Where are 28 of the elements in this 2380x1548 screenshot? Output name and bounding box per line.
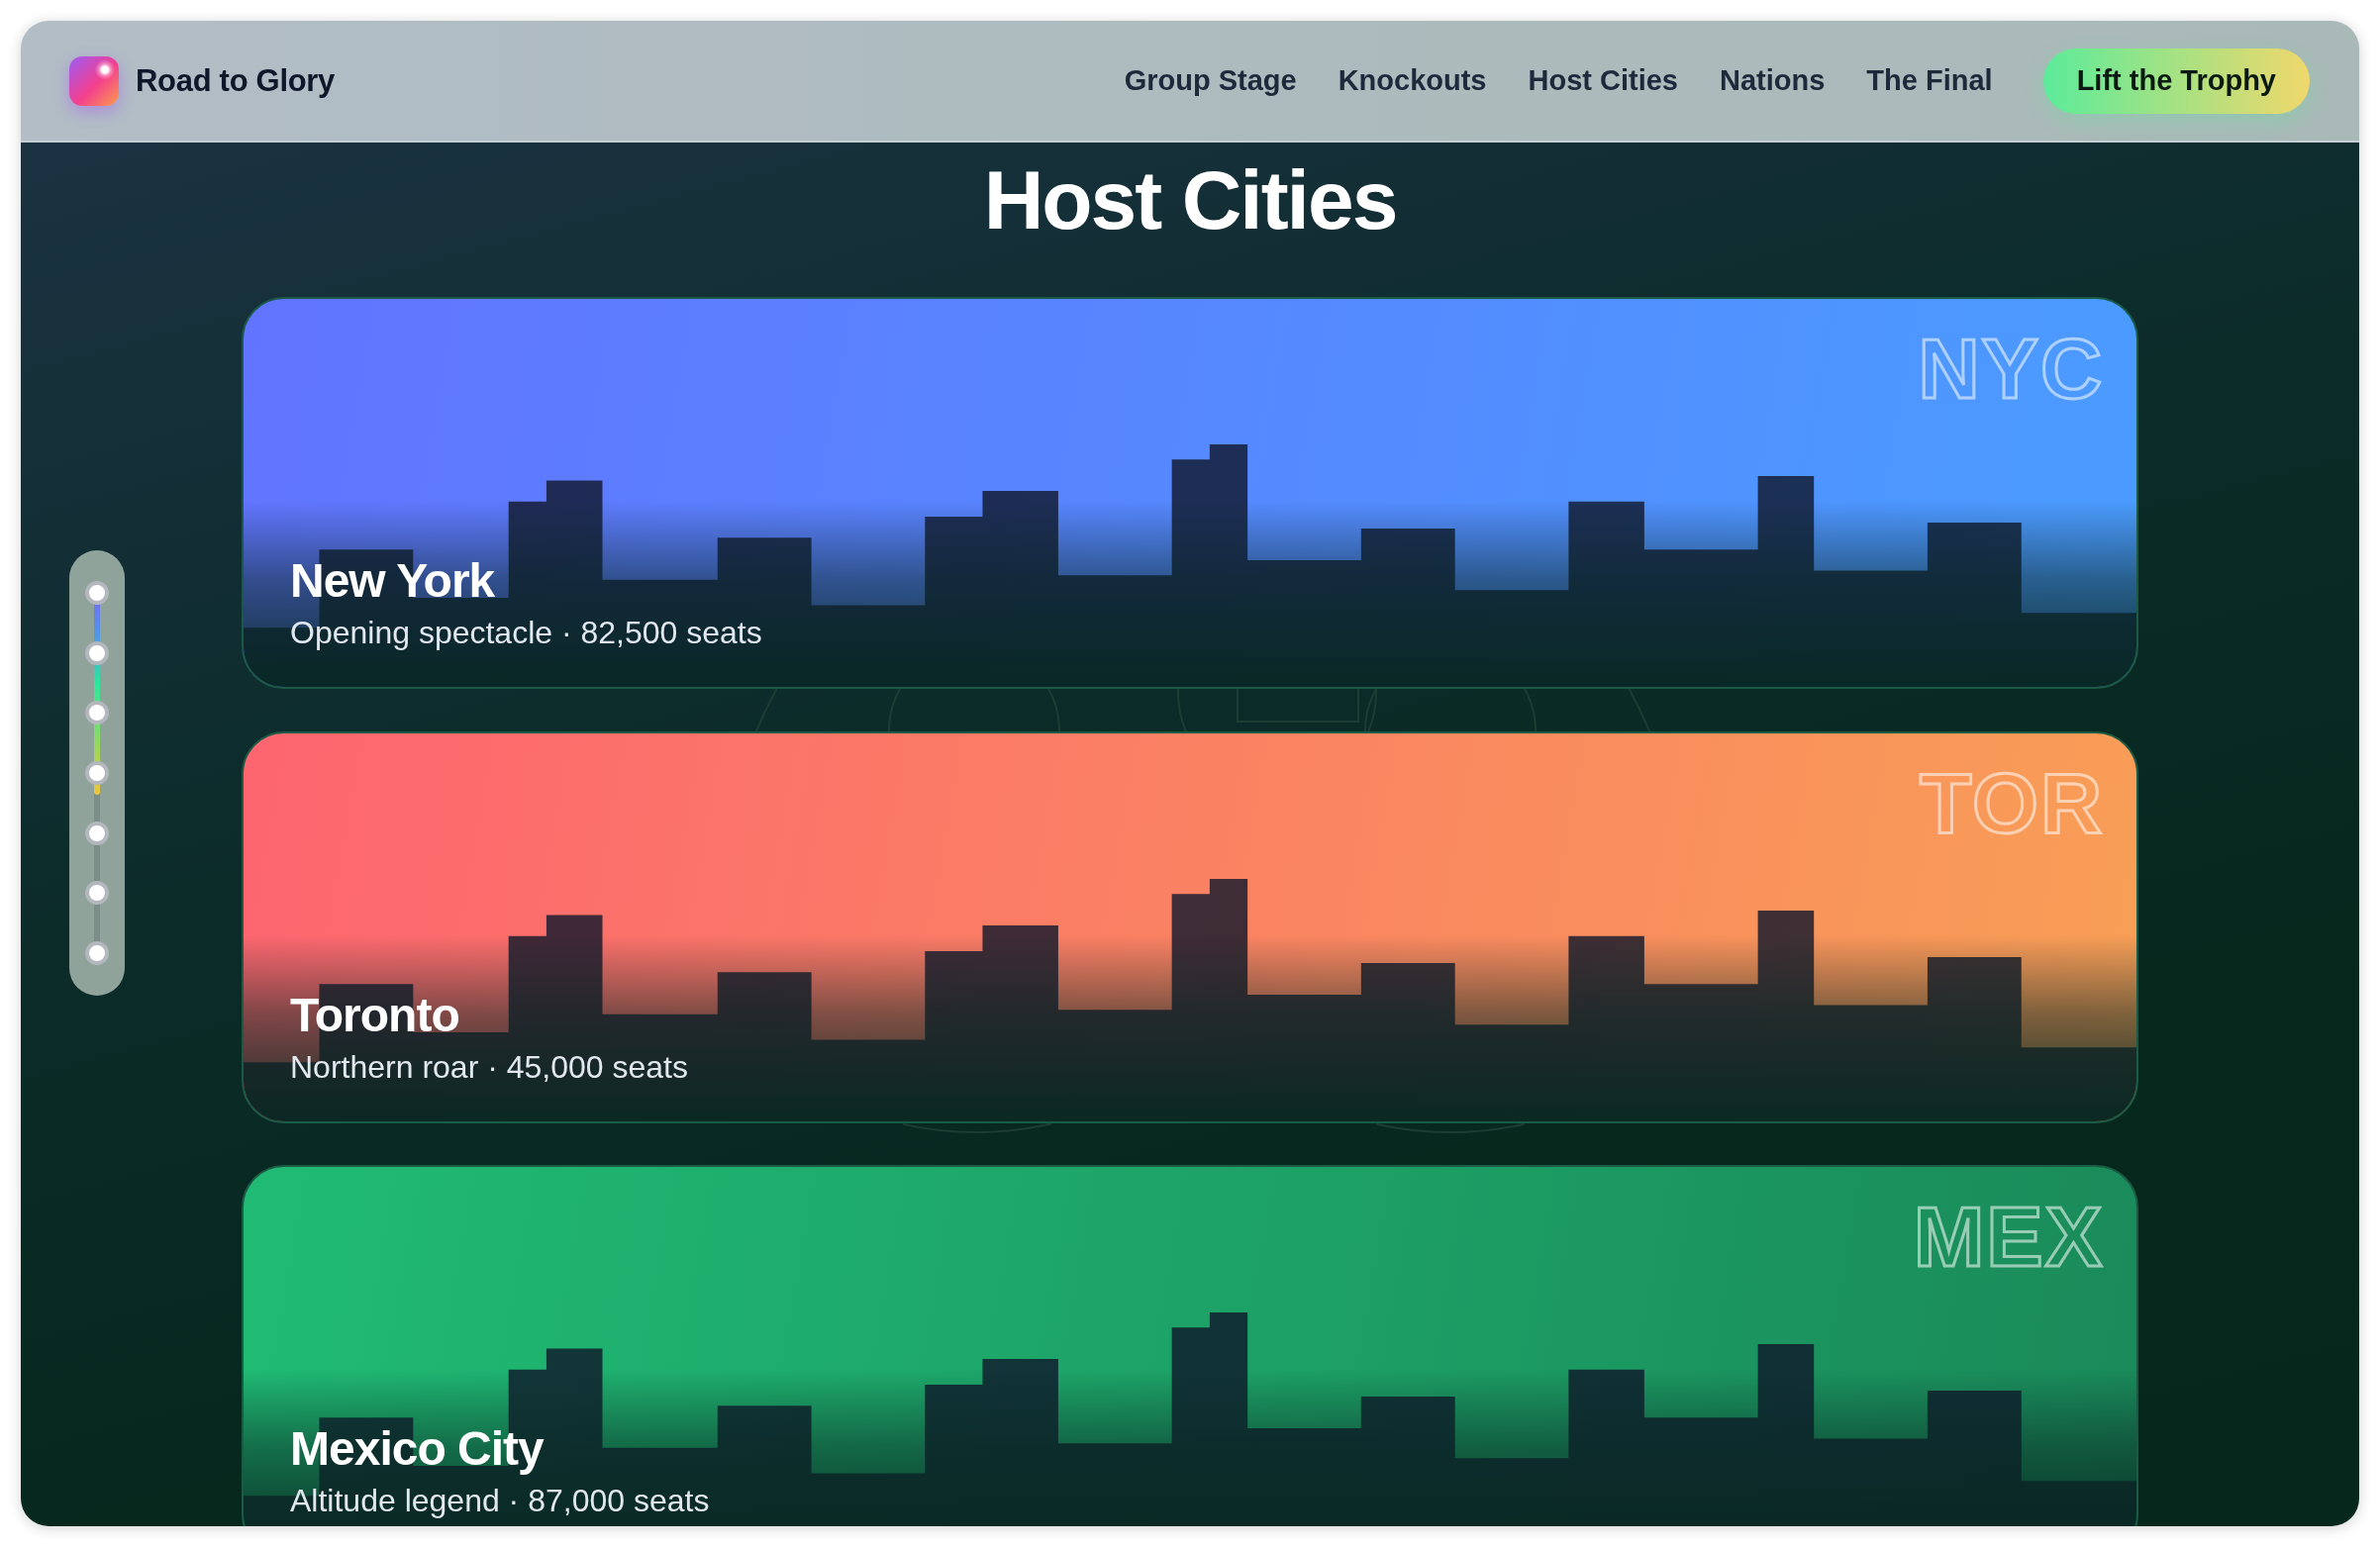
cta-button[interactable]: Lift the Trophy <box>2042 48 2310 114</box>
rail-dot-icon[interactable] <box>85 581 109 605</box>
nav-link[interactable]: Group Stage <box>1124 64 1297 97</box>
city-card[interactable]: NYC New York Opening spectacle · 82,500 seats <box>242 297 2138 689</box>
brand-name[interactable]: Road to Glory <box>136 62 336 99</box>
rail-dot-icon[interactable] <box>85 640 109 665</box>
nav-link[interactable]: Host Cities <box>1528 64 1678 97</box>
page-title: Host Cities <box>983 152 1397 247</box>
city-name: Toronto <box>290 988 459 1043</box>
city-code: MEX <box>1913 1194 2104 1279</box>
city-card[interactable]: MEX Mexico City Altitude legend · 87,000 seats <box>242 1165 2138 1526</box>
city-details: Opening spectacle · 82,500 seats <box>290 614 762 652</box>
logo-icon[interactable] <box>69 55 119 106</box>
city-code: NYC <box>1918 326 2104 411</box>
city-code: TOR <box>1920 760 2104 845</box>
nav-link[interactable]: Knockouts <box>1338 64 1487 97</box>
city-details: Northern roar · 45,000 seats <box>290 1048 688 1087</box>
rail-dot-icon[interactable] <box>85 821 109 845</box>
rail-dot-icon[interactable] <box>85 881 109 906</box>
city-name: Mexico City <box>290 1421 544 1477</box>
nav-link[interactable]: Nations <box>1720 64 1826 97</box>
city-name: New York <box>290 553 495 609</box>
rail-dot-icon[interactable] <box>85 940 109 965</box>
rail-dot-icon[interactable] <box>85 760 109 785</box>
nav-link[interactable]: The Final <box>1866 64 1993 97</box>
rail-dot-icon[interactable] <box>85 701 109 726</box>
city-card[interactable]: TOR Toronto Northern roar · 45,000 seats <box>242 731 2138 1123</box>
city-details: Altitude legend · 87,000 seats <box>290 1482 710 1520</box>
